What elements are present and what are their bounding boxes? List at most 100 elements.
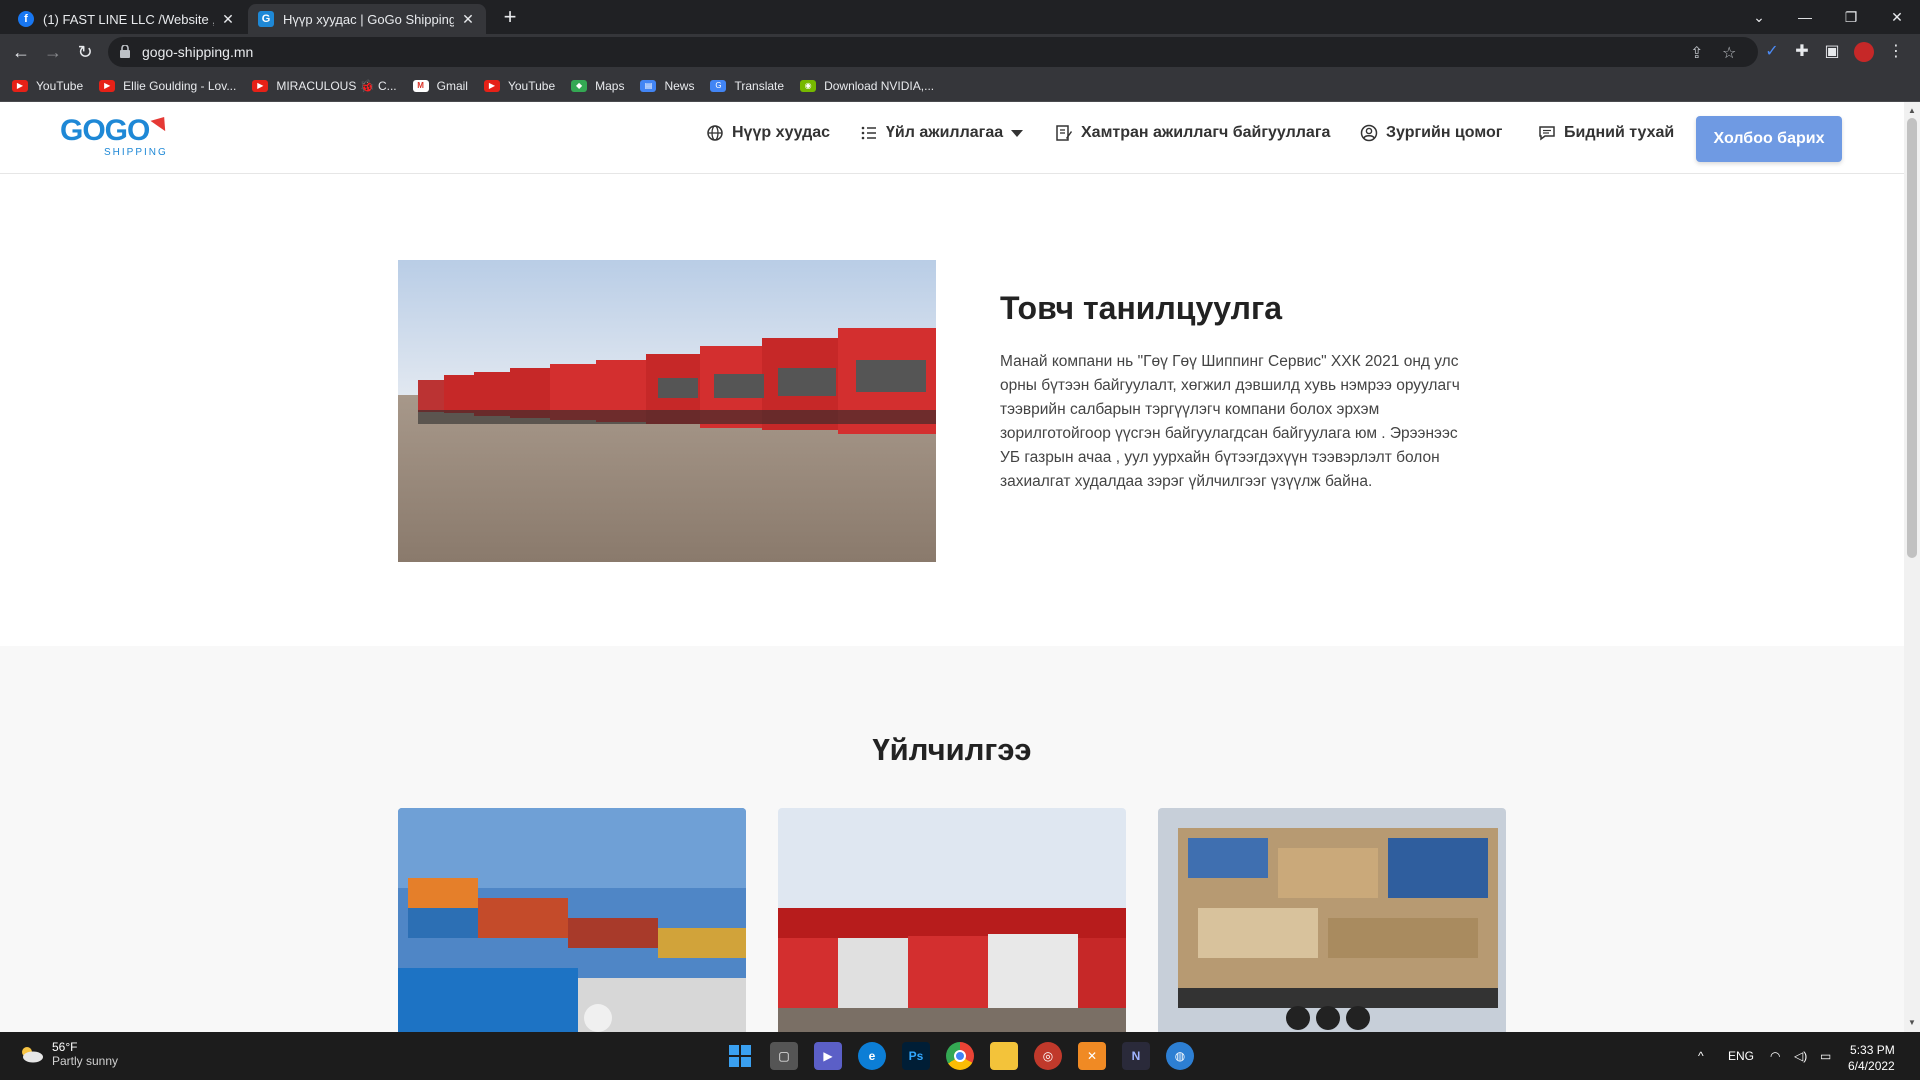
bookmark-label: Maps <box>595 78 625 93</box>
extension-check-icon[interactable]: ✓ <box>1760 40 1784 64</box>
restore-button[interactable]: ❐ <box>1828 0 1874 34</box>
tab-title: (1) FAST LINE LLC /Website , Page <box>43 11 214 27</box>
youtube-icon: ▶ <box>252 79 269 92</box>
bookmark-translate[interactable]: G Translate <box>710 79 784 93</box>
contact-button[interactable]: Холбоо барих <box>1696 116 1842 162</box>
profile-avatar[interactable] <box>1852 40 1876 64</box>
file-explorer-icon[interactable] <box>990 1042 1018 1070</box>
bookmark-label: Translate <box>734 78 785 93</box>
globe-app-icon[interactable]: ◍ <box>1166 1042 1194 1070</box>
weather-condition: Partly sunny <box>52 1054 119 1068</box>
bookmark-maps[interactable]: ◆ Maps <box>571 79 624 93</box>
tab-fast-line[interactable]: f (1) FAST LINE LLC /Website , Page ✕ <box>8 4 246 34</box>
about-text: Манай компани нь "Гөү Гөү Шиппинг Сервис… <box>1000 353 1460 490</box>
forward-button[interactable]: → <box>40 40 66 64</box>
close-tab-icon[interactable]: ✕ <box>460 11 476 28</box>
scroll-down-icon[interactable]: ▼ <box>1908 1018 1916 1027</box>
chat-icon <box>1539 126 1555 141</box>
partly-sunny-icon <box>22 1047 43 1063</box>
app-red-icon[interactable]: ◎ <box>1034 1042 1062 1070</box>
tab-search-icon[interactable]: ⌄ <box>1736 0 1782 34</box>
tray-chevron-icon[interactable]: ^ <box>1698 1032 1704 1080</box>
browser-tab-bar: f (1) FAST LINE LLC /Website , Page ✕ G … <box>0 0 1920 34</box>
youtube-icon: ▶ <box>99 79 116 92</box>
weather-temp: 56°F <box>52 1040 78 1054</box>
logo-arrow-icon <box>150 111 172 132</box>
service-card-trucks[interactable] <box>778 808 1126 1032</box>
weather-widget[interactable]: 56°F Partly sunny <box>18 1040 118 1068</box>
minimize-button[interactable]: — <box>1782 0 1828 34</box>
list-icon <box>861 126 876 140</box>
translate-icon: G <box>710 79 727 92</box>
reload-button[interactable]: ↻ <box>72 40 98 64</box>
share-icon[interactable]: ⇪ <box>1690 43 1703 63</box>
clock-date: 6/4/2022 <box>1848 1059 1895 1073</box>
clock-time: 5:33 PM <box>1850 1043 1895 1057</box>
gmail-icon: M <box>412 79 429 92</box>
nav-gallery-label: Зургийн цомог <box>1386 124 1503 141</box>
lock-icon <box>120 45 130 58</box>
nav-gallery[interactable]: Зургийн цомог <box>1360 124 1502 142</box>
nav-home[interactable]: Нүүр хуудас <box>706 124 830 142</box>
nvidia-icon: ◉ <box>800 79 817 92</box>
bookmark-label: Download NVIDIA,... <box>824 78 935 93</box>
teams-chat-icon[interactable]: ▶ <box>814 1042 842 1070</box>
bookmark-youtube[interactable]: ▶ YouTube <box>12 79 83 93</box>
logo-sub: SHIPPING <box>104 147 168 158</box>
scroll-up-icon[interactable]: ▲ <box>1908 106 1916 115</box>
browser-menu-icon[interactable]: ⋮ <box>1884 40 1908 64</box>
battery-icon[interactable]: ▭ <box>1820 1032 1831 1080</box>
language-indicator[interactable]: ENG <box>1728 1032 1754 1080</box>
tab-gogo-shipping[interactable]: G Нүүр хуудас | GoGo Shipping Se ✕ <box>248 4 486 34</box>
about-section: Товч танилцуулга Манай компани нь "Гөү Г… <box>0 174 1904 646</box>
close-window-button[interactable]: ✕ <box>1874 0 1920 34</box>
service-card-containers[interactable] <box>398 808 746 1032</box>
gogo-shipping-logo[interactable]: GOGO SHIPPING <box>60 111 172 162</box>
close-tab-icon[interactable]: ✕ <box>220 11 236 28</box>
edge-icon[interactable]: e <box>858 1042 886 1070</box>
gogo-icon: G <box>258 11 274 27</box>
bookmark-ellie-goulding[interactable]: ▶ Ellie Goulding - Lov... <box>99 79 236 93</box>
chevron-down-icon <box>1011 129 1024 137</box>
scrollbar-thumb[interactable] <box>1907 118 1917 558</box>
xampp-icon[interactable]: ✕ <box>1078 1042 1106 1070</box>
side-panel-icon[interactable]: ▣ <box>1820 40 1844 64</box>
page-scrollbar[interactable]: ▲ ▼ <box>1904 102 1920 1032</box>
about-title: Товч танилцуулга <box>1000 290 1283 326</box>
youtube-icon: ▶ <box>12 79 28 92</box>
bookmark-miraculous[interactable]: ▶ MIRACULOUS 🐞 C... <box>252 79 397 93</box>
cargo-truck-image <box>1158 808 1506 1032</box>
new-tab-button[interactable]: + <box>498 5 522 29</box>
containers-image <box>398 808 746 1032</box>
nav-about[interactable]: Бидний тухай <box>1538 124 1674 142</box>
site-header: GOGO SHIPPING Нүүр хуудас Үйл ажиллагаа <box>0 102 1904 174</box>
bookmark-gmail[interactable]: M Gmail <box>412 79 468 93</box>
nav-partners-label: Хамтран ажиллагч байгууллага <box>1081 124 1331 141</box>
service-card-cargo[interactable] <box>1158 808 1506 1032</box>
bookmark-star-icon[interactable]: ☆ <box>1722 43 1736 63</box>
volume-icon[interactable]: ◁) <box>1794 1032 1807 1080</box>
nav-about-label: Бидний тухай <box>1564 124 1675 141</box>
nav-home-label: Нүүр хуудас <box>732 124 831 141</box>
page-viewport: GOGO SHIPPING Нүүр хуудас Үйл ажиллагаа <box>0 102 1904 1032</box>
photoshop-icon[interactable]: Ps <box>902 1042 930 1070</box>
task-view-icon[interactable]: ▢ <box>770 1042 798 1070</box>
trucks-fleet-image <box>398 260 936 562</box>
bookmark-news[interactable]: ▤ News <box>640 79 694 93</box>
nav-services[interactable]: Үйл ажиллагаа <box>860 124 1024 142</box>
logo-word: GOGO <box>60 114 150 147</box>
bookmark-label: Ellie Goulding - Lov... <box>123 78 237 93</box>
browser-toolbar: ← → ↻ gogo-shipping.mn ⇪ ☆ ✓ ✚ ▣ ⋮ <box>0 34 1920 70</box>
back-button[interactable]: ← <box>8 40 34 64</box>
bookmark-youtube-2[interactable]: ▶ YouTube <box>483 79 555 93</box>
maps-icon: ◆ <box>571 79 588 92</box>
extensions-puzzle-icon[interactable]: ✚ <box>1790 40 1814 64</box>
system-clock[interactable]: 5:33 PM 6/4/2022 <box>1848 1042 1895 1074</box>
n-app-icon[interactable]: N <box>1122 1042 1150 1070</box>
chrome-icon[interactable] <box>946 1042 974 1070</box>
nav-partners[interactable]: Хамтран ажиллагч байгууллага <box>1055 124 1330 142</box>
wifi-icon[interactable]: ◠ <box>1770 1032 1780 1080</box>
bookmark-nvidia[interactable]: ◉ Download NVIDIA,... <box>800 79 934 93</box>
address-bar[interactable]: gogo-shipping.mn ⇪ ☆ <box>108 37 1758 67</box>
start-windows-icon[interactable] <box>726 1042 754 1070</box>
